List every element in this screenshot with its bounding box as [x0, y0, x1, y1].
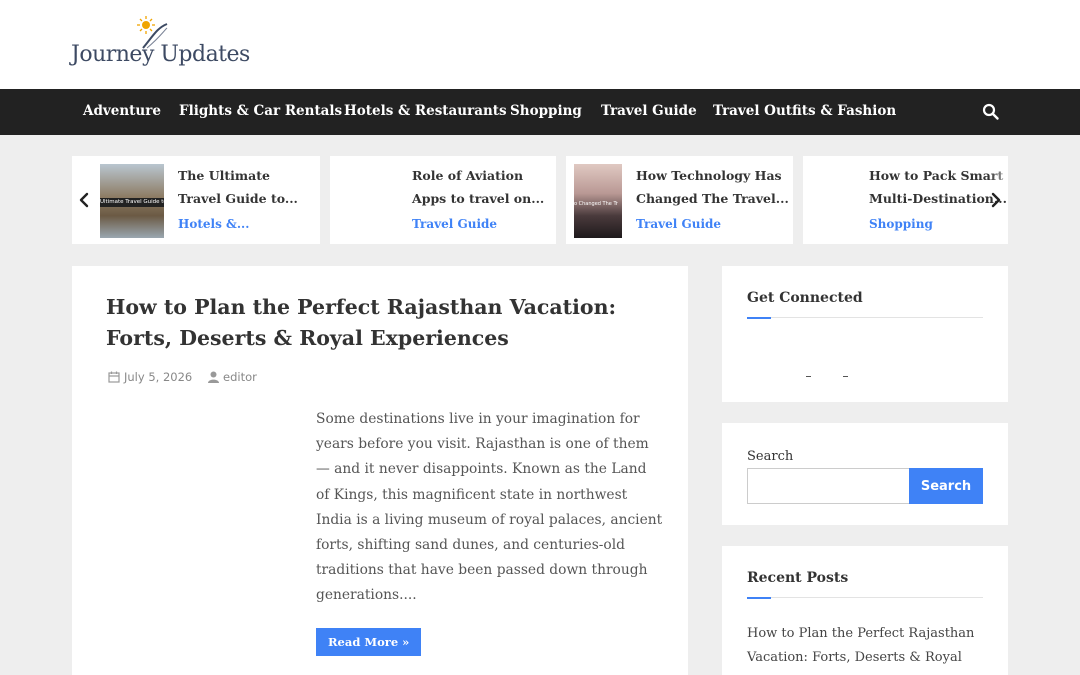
slider-category[interactable]: Hotels &...: [178, 217, 249, 231]
search-button[interactable]: Search: [909, 468, 983, 504]
post-author: editor: [208, 370, 257, 384]
slider-title-line[interactable]: Multi-Destination...: [869, 187, 1007, 210]
recent-post-link[interactable]: How to Plan the Perfect Rajasthan Vacati…: [747, 622, 987, 670]
slider-card[interactable]: Ultimate Travel Guide to The Ultimate Tr…: [72, 156, 320, 244]
slider-title-line[interactable]: Travel Guide to...: [178, 187, 298, 210]
thumbnail-caption: Ultimate Travel Guide to: [100, 198, 164, 207]
main-nav: Adventure Flights & Car Rentals Hotels &…: [0, 89, 1080, 135]
nav-item-flights-car-rentals[interactable]: Flights & Car Rentals: [179, 89, 342, 135]
article-excerpt: Some destinations live in your imaginati…: [316, 411, 663, 604]
divider-accent: [747, 317, 771, 319]
calendar-icon: [108, 371, 120, 383]
user-icon: [208, 371, 219, 383]
article-title[interactable]: How to Plan the Perfect Rajasthan Vacati…: [106, 292, 666, 354]
slider-category[interactable]: Travel Guide: [636, 217, 721, 231]
slider-title-line[interactable]: How Technology Has: [636, 164, 782, 187]
recent-posts-widget: Recent Posts How to Plan the Perfect Raj…: [722, 546, 1008, 675]
divider: [747, 317, 983, 318]
chevron-right-icon[interactable]: [989, 190, 1003, 210]
widget-title: Recent Posts: [747, 570, 849, 586]
nav-item-travel-guide[interactable]: Travel Guide: [601, 89, 697, 135]
slider-title-line[interactable]: Changed The Travel...: [636, 187, 789, 210]
logo-text: Journey Updates: [71, 42, 250, 67]
thumbnail-caption: o Changed The Tr: [574, 201, 618, 207]
search-label: Search: [747, 449, 794, 464]
post-author-text[interactable]: editor: [223, 370, 257, 384]
search-icon[interactable]: [982, 103, 1000, 121]
slider-title-line[interactable]: Role of Aviation: [412, 164, 523, 187]
search-widget: Search Search: [722, 423, 1008, 525]
divider-accent: [747, 597, 771, 599]
post-date: July 5, 2026: [108, 370, 192, 384]
nav-item-shopping[interactable]: Shopping: [510, 89, 582, 135]
nav-item-adventure[interactable]: Adventure: [83, 89, 161, 135]
divider: [747, 597, 983, 598]
social-placeholder: [843, 376, 848, 377]
slider-title-line[interactable]: Apps to travel on...: [412, 187, 544, 210]
slider-thumbnail[interactable]: Ultimate Travel Guide to: [100, 164, 164, 238]
slider-title-line[interactable]: The Ultimate: [178, 164, 270, 187]
slider-title-line[interactable]: How to Pack Smart for: [869, 164, 1008, 187]
slider-category[interactable]: Travel Guide: [412, 217, 497, 231]
social-placeholder: [806, 376, 811, 377]
article-card: How to Plan the Perfect Rajasthan Vacati…: [72, 266, 688, 675]
site-logo[interactable]: Journey Updates: [71, 14, 250, 74]
post-date-text[interactable]: July 5, 2026: [124, 370, 192, 384]
read-more-button[interactable]: Read More »: [316, 628, 422, 656]
get-connected-widget: Get Connected: [722, 266, 1008, 402]
widget-title: Get Connected: [747, 290, 863, 306]
slider-thumbnail[interactable]: o Changed The Tr: [574, 164, 622, 238]
slider-card[interactable]: How to Pack Smart for Multi-Destination.…: [803, 156, 1008, 244]
chevron-left-icon[interactable]: [77, 190, 91, 210]
slider-card[interactable]: Role of Aviation Apps to travel on... Tr…: [330, 156, 556, 244]
slider-card[interactable]: o Changed The Tr How Technology Has Chan…: [566, 156, 793, 244]
slider-category[interactable]: Shopping: [869, 217, 933, 231]
search-input[interactable]: [747, 468, 910, 504]
nav-item-hotels-restaurants[interactable]: Hotels & Restaurants: [344, 89, 507, 135]
nav-item-travel-outfits-fashion[interactable]: Travel Outfits & Fashion: [713, 89, 896, 135]
site-header: Journey Updates: [0, 0, 1080, 89]
